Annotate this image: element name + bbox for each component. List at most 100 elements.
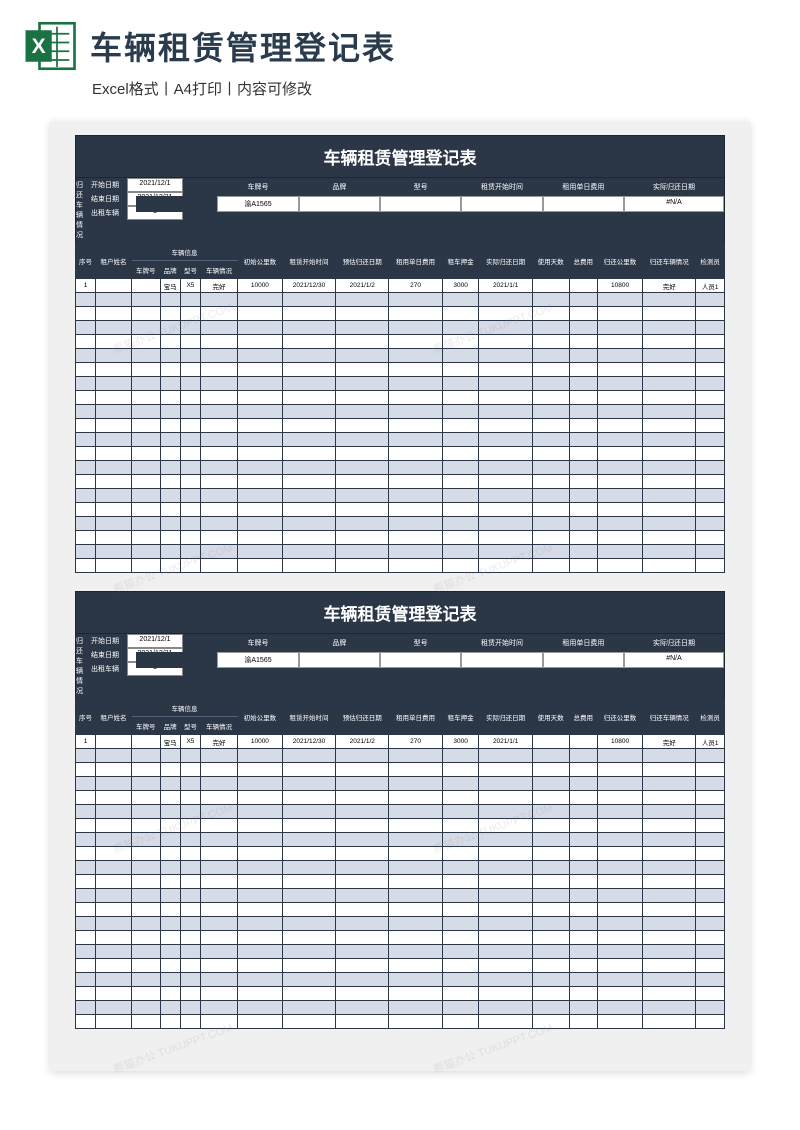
table-cell[interactable] (389, 749, 442, 763)
table-cell[interactable] (132, 517, 161, 531)
table-cell[interactable] (160, 349, 180, 363)
table-cell[interactable] (643, 749, 696, 763)
table-cell[interactable] (389, 875, 442, 889)
table-cell[interactable] (237, 405, 282, 419)
table-cell[interactable] (201, 945, 238, 959)
table-cell[interactable] (76, 763, 96, 777)
table-cell[interactable] (643, 531, 696, 545)
table-cell[interactable] (132, 903, 161, 917)
table-cell[interactable] (389, 545, 442, 559)
table-cell[interactable] (532, 307, 569, 321)
table-cell[interactable] (160, 433, 180, 447)
table-cell[interactable] (201, 931, 238, 945)
table-cell[interactable]: 10800 (598, 279, 643, 293)
table-cell[interactable] (132, 1015, 161, 1029)
table-cell[interactable] (201, 791, 238, 805)
table-cell[interactable] (569, 735, 598, 749)
table-cell[interactable] (336, 475, 389, 489)
table-cell[interactable] (442, 903, 479, 917)
table-cell[interactable] (132, 875, 161, 889)
table-cell[interactable] (696, 791, 725, 805)
table-cell[interactable] (479, 791, 532, 805)
table-cell[interactable] (282, 875, 335, 889)
table-cell[interactable] (160, 475, 180, 489)
table-cell[interactable] (132, 447, 161, 461)
table-cell[interactable] (479, 419, 532, 433)
table-cell[interactable] (598, 475, 643, 489)
table-cell[interactable] (96, 889, 132, 903)
table-cell[interactable] (598, 419, 643, 433)
table-cell[interactable] (76, 973, 96, 987)
table-cell[interactable] (532, 363, 569, 377)
table-cell[interactable] (96, 931, 132, 945)
table-cell[interactable] (389, 945, 442, 959)
summary-input[interactable] (299, 196, 380, 212)
table-cell[interactable] (598, 889, 643, 903)
table-cell[interactable] (389, 503, 442, 517)
table-cell[interactable] (643, 861, 696, 875)
table-cell[interactable] (336, 763, 389, 777)
table-cell[interactable] (76, 503, 96, 517)
table-cell[interactable] (643, 903, 696, 917)
table-cell[interactable]: 宝马 (160, 735, 180, 749)
table-cell[interactable]: 人员1 (696, 279, 725, 293)
table-cell[interactable] (201, 293, 238, 307)
table-cell[interactable] (160, 377, 180, 391)
table-cell[interactable] (389, 889, 442, 903)
table-cell[interactable] (76, 377, 96, 391)
table-cell[interactable] (160, 447, 180, 461)
table-cell[interactable] (569, 805, 598, 819)
table-cell[interactable] (132, 945, 161, 959)
table-cell[interactable] (389, 917, 442, 931)
table-cell[interactable] (479, 531, 532, 545)
table-cell[interactable] (389, 335, 442, 349)
table-cell[interactable] (96, 987, 132, 1001)
table-cell[interactable]: 3000 (442, 279, 479, 293)
table-cell[interactable] (201, 559, 238, 573)
table-cell[interactable] (569, 973, 598, 987)
table-cell[interactable] (598, 447, 643, 461)
table-cell[interactable] (180, 377, 200, 391)
table-cell[interactable] (237, 363, 282, 377)
table-cell[interactable] (532, 763, 569, 777)
table-cell[interactable] (569, 987, 598, 1001)
table-cell[interactable] (76, 987, 96, 1001)
table-cell[interactable] (479, 349, 532, 363)
table-cell[interactable] (598, 805, 643, 819)
table-cell[interactable] (598, 903, 643, 917)
table-cell[interactable] (598, 917, 643, 931)
table-cell[interactable] (598, 847, 643, 861)
table-cell[interactable] (282, 945, 335, 959)
table-cell[interactable] (643, 791, 696, 805)
table-cell[interactable] (180, 875, 200, 889)
table-cell[interactable] (76, 903, 96, 917)
table-cell[interactable] (76, 447, 96, 461)
table-cell[interactable] (696, 517, 725, 531)
table-cell[interactable] (76, 805, 96, 819)
table-cell[interactable] (532, 833, 569, 847)
table-cell[interactable] (96, 559, 132, 573)
table-cell[interactable] (160, 791, 180, 805)
table-cell[interactable] (696, 749, 725, 763)
table-cell[interactable] (132, 791, 161, 805)
table-cell[interactable] (96, 805, 132, 819)
table-cell[interactable] (76, 405, 96, 419)
table-cell[interactable] (569, 875, 598, 889)
table-cell[interactable] (132, 545, 161, 559)
table-cell[interactable] (569, 1015, 598, 1029)
table-cell[interactable] (389, 405, 442, 419)
table-cell[interactable] (643, 377, 696, 391)
table-cell[interactable]: 2021/1/1 (479, 735, 532, 749)
table-cell[interactable] (76, 931, 96, 945)
table-cell[interactable] (237, 433, 282, 447)
table-cell[interactable] (479, 959, 532, 973)
table-cell[interactable] (598, 945, 643, 959)
table-cell[interactable] (201, 475, 238, 489)
table-cell[interactable] (336, 987, 389, 1001)
table-cell[interactable] (132, 363, 161, 377)
table-cell[interactable] (96, 377, 132, 391)
table-cell[interactable] (442, 391, 479, 405)
table-cell[interactable] (96, 973, 132, 987)
table-cell[interactable] (282, 517, 335, 531)
table-cell[interactable] (132, 391, 161, 405)
